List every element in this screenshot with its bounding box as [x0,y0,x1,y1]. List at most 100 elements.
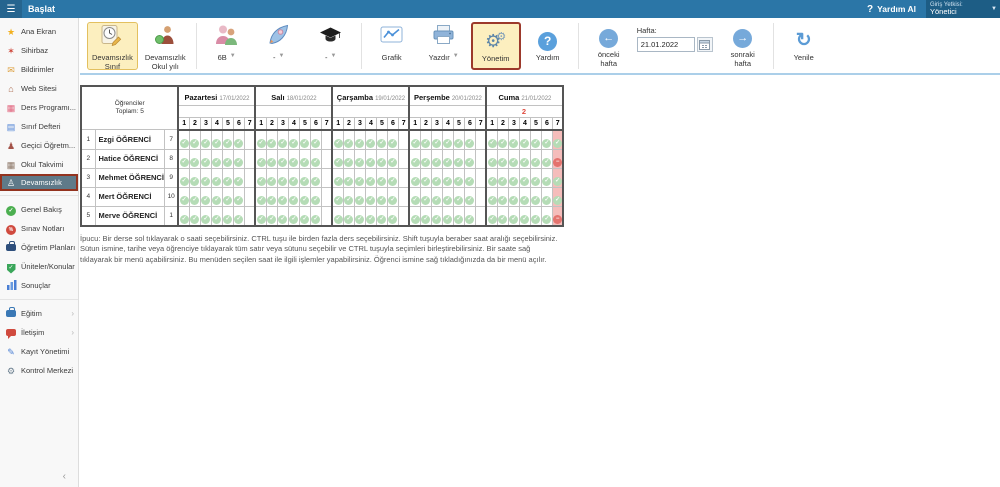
sidebar-item-e-itim[interactable]: Eğitim › [0,304,78,323]
refresh-button[interactable]: ↻ Yenile [779,22,829,70]
attendance-cell[interactable]: ✓ [210,167,223,188]
hour-header[interactable]: 5 [298,117,311,131]
attendance-cell[interactable] [243,129,256,150]
attendance-cell[interactable]: ✓ [540,205,553,226]
attendance-cell[interactable]: ✓ [441,167,454,188]
day-header-per-embe[interactable]: Perşembe 20/01/2022 [408,85,487,106]
hour-header[interactable]: 6 [386,117,399,131]
hour-header[interactable]: 2 [342,117,355,131]
attendance-cell[interactable] [474,205,487,226]
attendance-cell[interactable] [320,129,333,150]
attendance-cell[interactable]: ✓ [485,129,498,150]
sidebar-item-niteler-konular[interactable]: ✓ Üniteler/Konular [0,257,78,276]
hour-header[interactable]: 2 [419,117,432,131]
attendance-cell[interactable]: ✓ [408,205,421,226]
hour-header[interactable]: 2 [496,117,509,131]
day-date[interactable]: 17/01/2022 [219,96,249,102]
attendance-cell[interactable]: ✓ [188,148,201,169]
sidebar-item-okul-takvimi[interactable]: ▦ Okul Takvimi [0,155,78,174]
toolbar-button-blank[interactable]: - ▼ [306,22,356,70]
attendance-cell[interactable]: ✓ [452,148,465,169]
attendance-cell[interactable]: ✓ [177,129,190,150]
attendance-cell[interactable]: ✓ [276,148,289,169]
attendance-cell[interactable]: ✓ [353,167,366,188]
day-header-cuma[interactable]: Cuma 21/01/2022 [485,85,564,106]
hour-header[interactable]: 7 [551,117,564,131]
attendance-cell[interactable]: ✓ [441,129,454,150]
attendance-cell[interactable]: ✓ [518,167,531,188]
attendance-cell[interactable]: ✓ [419,129,432,150]
hour-header[interactable]: 5 [221,117,234,131]
attendance-cell[interactable]: ✓ [485,205,498,226]
attendance-cell[interactable]: ✓ [485,186,498,207]
attendance-cell[interactable] [320,148,333,169]
attendance-cell[interactable]: ✓ [188,205,201,226]
attendance-cell[interactable]: ✓ [287,186,300,207]
attendance-cell[interactable]: ✓ [353,129,366,150]
hour-header[interactable]: 6 [540,117,553,131]
attendance-cell[interactable]: ✓ [386,148,399,169]
day-date[interactable]: 20/01/2022 [452,96,482,102]
attendance-cell[interactable]: ✓ [309,205,322,226]
hour-header[interactable]: 6 [232,117,245,131]
hour-header[interactable]: 3 [353,117,366,131]
attendance-cell[interactable]: ✓ [254,148,267,169]
attendance-cell[interactable]: ✓ [309,186,322,207]
attendance-cell[interactable]: ✓ [430,148,443,169]
student-name[interactable]: Mehmet ÖĞRENCİ [94,167,165,188]
attendance-cell[interactable]: ✓ [386,129,399,150]
attendance-cell[interactable]: ✓ [232,167,245,188]
hour-header[interactable]: 5 [452,117,465,131]
attendance-cell[interactable]: ✓ [364,167,377,188]
toolbar-button-blank[interactable]: - ▼ [254,22,304,70]
attendance-cell[interactable]: ✓ [276,186,289,207]
sidebar-item-retim-planlar[interactable]: Öğretim Planları [0,238,78,257]
hour-header[interactable]: 2 [188,117,201,131]
attendance-cell[interactable]: ✓ [463,148,476,169]
attendance-cell[interactable]: ✓ [287,205,300,226]
attendance-cell[interactable] [243,148,256,169]
attendance-cell[interactable]: ✓ [309,148,322,169]
attendance-cell[interactable]: ✓ [529,186,542,207]
attendance-cell[interactable]: ✓ [529,167,542,188]
attendance-cell[interactable]: ✓ [353,205,366,226]
attendance-cell[interactable]: ✓ [221,148,234,169]
attendance-cell[interactable]: ✓ [199,186,212,207]
get-help-button[interactable]: ? Yardım Al [867,4,916,15]
toolbar-button-y-netim[interactable]: ⚙⚙ Yönetim [470,21,521,70]
attendance-cell[interactable]: ✓ [540,148,553,169]
attendance-cell[interactable]: ✓ [221,129,234,150]
toolbar-button-devams-zl-k-okul-y-l[interactable]: Devamsızlık Okul yılı [140,22,191,71]
attendance-cell[interactable]: ✓ [254,205,267,226]
attendance-cell[interactable]: ✓ [287,148,300,169]
attendance-cell[interactable]: ✓ [309,129,322,150]
attendance-cell[interactable]: ✓ [210,129,223,150]
hour-header[interactable]: 4 [441,117,454,131]
attendance-cell[interactable]: ✓ [419,205,432,226]
attendance-cell[interactable] [397,186,410,207]
day-date[interactable]: 18/01/2022 [287,96,317,102]
attendance-cell[interactable]: ✓ [331,205,344,226]
attendance-cell[interactable]: ✓ [463,129,476,150]
attendance-cell[interactable]: ✓ [507,186,520,207]
hour-header[interactable]: 4 [287,117,300,131]
attendance-cell[interactable]: ✓ [298,129,311,150]
attendance-cell[interactable]: − [551,148,564,169]
attendance-cell[interactable]: ✓ [441,186,454,207]
attendance-cell[interactable]: ✓ [199,205,212,226]
attendance-cell[interactable]: ✓ [210,205,223,226]
attendance-cell[interactable]: ✓ [419,186,432,207]
day-date[interactable]: 21/01/2022 [521,96,551,102]
attendance-cell[interactable]: ✓ [265,186,278,207]
attendance-cell[interactable]: ✓ [177,205,190,226]
attendance-cell[interactable]: ✓ [441,205,454,226]
attendance-cell[interactable]: ✓ [518,205,531,226]
attendance-cell[interactable]: ✓ [331,129,344,150]
attendance-cell[interactable]: ✓ [496,167,509,188]
attendance-cell[interactable]: ✓ [375,205,388,226]
hour-header[interactable]: 4 [210,117,223,131]
toolbar-button-grafik[interactable]: Grafik [367,22,417,70]
attendance-cell[interactable] [397,167,410,188]
hour-header[interactable]: 7 [474,117,487,131]
attendance-cell[interactable]: ✓ [232,129,245,150]
